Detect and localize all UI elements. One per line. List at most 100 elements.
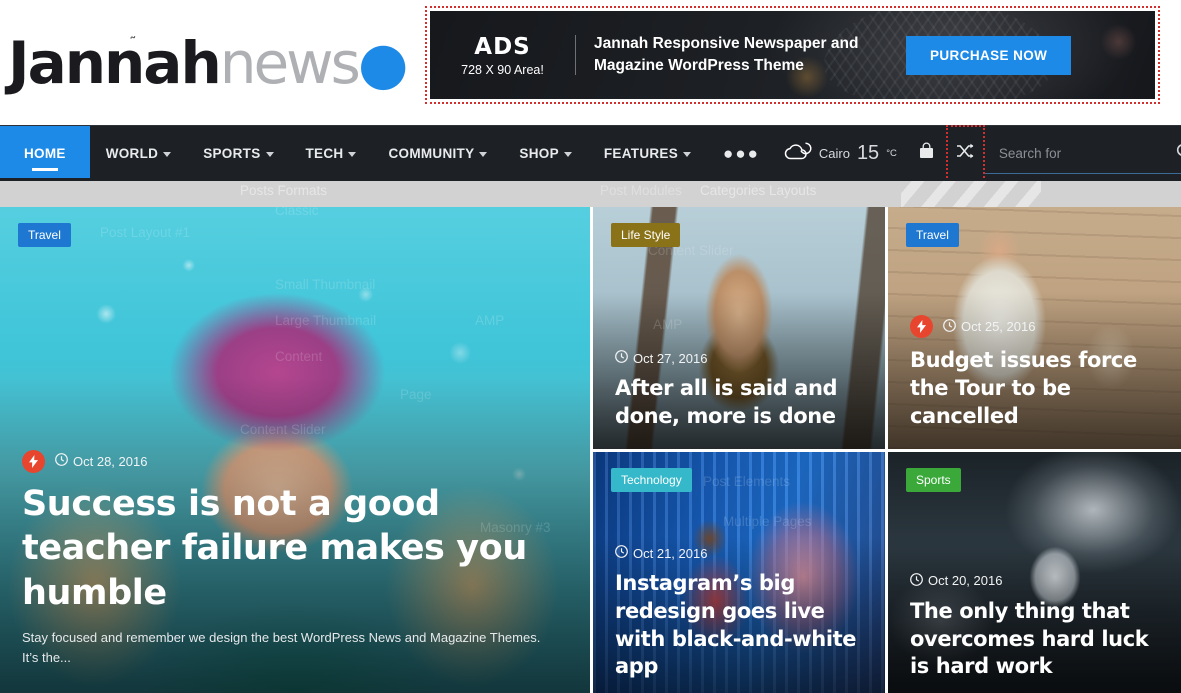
ghost-menu-item: Posts Formats [240, 183, 328, 198]
post-card-meta: Oct 27, 2016 After all is said and done,… [615, 350, 867, 430]
secondary-posts-column: Content Slider AMP Life Style [593, 207, 1181, 693]
search-input[interactable] [998, 146, 1176, 161]
clock-icon [910, 572, 923, 589]
post-card-date: Oct 27, 2016 [615, 350, 707, 366]
post-card-meta-row: Oct 21, 2016 [615, 545, 867, 561]
post-category-badge[interactable]: Sports [906, 467, 961, 492]
post-card-date-text: Oct 21, 2016 [633, 545, 708, 561]
more-dots-icon: ●●● [723, 144, 760, 163]
secondary-row-bottom: Post Elements Multiple Pages Technology [593, 451, 1181, 693]
cloud-moon-icon [782, 140, 812, 167]
logo-name-light: news [219, 28, 361, 97]
secondary-row-top: Content Slider AMP Life Style [593, 207, 1181, 449]
post-card-title[interactable]: Instagram’s big redesign goes live with … [615, 570, 867, 681]
nav-utilities: Cairo 15 °C [776, 125, 1181, 182]
chevron-down-icon [163, 152, 172, 157]
shopping-bag-icon [918, 142, 935, 165]
clock-icon [615, 545, 628, 561]
ad-highlight-box: ADS 728 X 90 Area! Jannah Responsive New… [425, 6, 1160, 104]
nav-item-label: COMMUNITY [388, 146, 475, 161]
weather-city: Cairo [818, 146, 850, 161]
post-card-meta-row: Oct 20, 2016 [910, 572, 1163, 589]
post-card-date: Oct 25, 2016 [943, 318, 1036, 335]
nav-item-world[interactable]: WORLD [90, 126, 188, 181]
post-card-meta: Oct 25, 2016 Budget issues force the Tou… [910, 315, 1163, 430]
mega-menu-ghost-strip: Posts Formats Categories Layouts Post Mo… [0, 181, 1181, 207]
search-area [984, 126, 1181, 181]
chevron-down-icon [683, 152, 692, 157]
chevron-down-icon [563, 152, 572, 157]
clock-icon [615, 350, 628, 366]
post-card-date: Oct 20, 2016 [910, 572, 1003, 589]
post-card-title[interactable]: After all is said and done, more is done [615, 375, 867, 430]
ad-label-big: ADS [474, 33, 531, 60]
clock-icon [943, 318, 956, 335]
post-card-travel[interactable]: Travel Oct 25, 2016 Budget issues force … [888, 207, 1181, 449]
post-card-lifestyle[interactable]: Content Slider AMP Life Style [593, 207, 885, 449]
nav-item-features[interactable]: FEATURES [588, 126, 707, 181]
chevron-down-icon [348, 152, 357, 157]
post-card-meta-row: Oct 25, 2016 [910, 315, 1163, 339]
chevron-down-icon [479, 152, 488, 157]
random-shuffle-icon [956, 143, 974, 164]
search-icon[interactable] [1176, 143, 1181, 165]
weather-temperature: 15 [856, 142, 880, 164]
clock-icon [55, 453, 68, 469]
post-card-date-text: Oct 25, 2016 [961, 319, 1036, 335]
logo-dot: ● [357, 28, 409, 97]
random-article-button[interactable] [945, 125, 985, 182]
ghost-menu-item: Post Modules [600, 183, 682, 198]
nav-item-label: FEATURES [603, 146, 679, 161]
post-card-meta: Oct 21, 2016 Instagram’s big redesign go… [615, 545, 867, 681]
lightning-bolt-icon [22, 449, 45, 473]
ghost-menu-item: Categories Layouts [700, 183, 817, 198]
post-card-title[interactable]: The only thing that overcomes hard luck … [910, 598, 1163, 681]
nav-item-sports[interactable]: SPORTS [187, 126, 289, 181]
nav-item-more[interactable]: ●●● [707, 126, 776, 181]
nav-active-underline [31, 168, 58, 171]
nav-item-label: HOME [24, 146, 66, 161]
nav-item-label: SPORTS [203, 146, 261, 161]
post-category-badge[interactable]: Technology [611, 467, 692, 492]
post-card-technology[interactable]: Post Elements Multiple Pages Technology [593, 451, 885, 693]
weather-unit: °C [886, 148, 897, 159]
ad-label: ADS 728 X 90 Area! [430, 34, 575, 77]
nav-item-shop[interactable]: SHOP [503, 126, 587, 181]
ad-label-small: 728 X 90 Area! [461, 62, 544, 77]
ad-banner[interactable]: ADS 728 X 90 Area! Jannah Responsive New… [430, 11, 1155, 99]
nav-item-label: TECH [305, 146, 344, 161]
nav-item-label: SHOP [519, 146, 559, 161]
featured-posts-grid: Post Layout #1 Classic Small Thumbnail L… [0, 207, 1181, 693]
hero-meta-row: Oct 28, 2016 [22, 449, 572, 473]
hero-title[interactable]: Success is not a good teacher failure ma… [22, 482, 572, 616]
post-card-title[interactable]: Budget issues force the Tour to be cance… [910, 347, 1163, 430]
post-category-badge[interactable]: Life Style [611, 223, 681, 247]
cart-button[interactable] [907, 126, 946, 181]
nav-item-tech[interactable]: TECH [290, 126, 373, 181]
post-card-sports[interactable]: Sports Oct 20, 2016 The only thing that … [888, 451, 1181, 693]
post-category-badge[interactable]: Travel [906, 223, 959, 247]
post-card-date: Oct 21, 2016 [615, 545, 707, 561]
hero-date: Oct 28, 2016 [55, 453, 147, 469]
post-card-date-text: Oct 27, 2016 [633, 350, 708, 366]
lightning-bolt-icon [910, 315, 933, 339]
logo-text: ˜ Jannahnews● [8, 33, 408, 91]
nav-item-home[interactable]: HOME [0, 126, 90, 193]
hero-excerpt: Stay focused and remember we design the … [22, 630, 541, 665]
search-underline [984, 173, 1181, 174]
purchase-now-button[interactable]: PURCHASE NOW [906, 35, 1072, 75]
site-header: ˜ Jannahnews● ADS 728 X 90 Area! Jannah … [0, 0, 1181, 125]
weather-widget[interactable]: Cairo 15 °C [776, 126, 907, 181]
decorative-chevrons [901, 181, 1041, 207]
nav-item-community[interactable]: COMMUNITY [372, 126, 503, 181]
nav-item-label: WORLD [105, 146, 159, 161]
post-card-meta: Oct 20, 2016 The only thing that overcom… [910, 572, 1163, 681]
hero-meta: Oct 28, 2016 Success is not a good teach… [22, 449, 572, 667]
hero-post-card[interactable]: Post Layout #1 Classic Small Thumbnail L… [0, 207, 590, 693]
hero-category-badge[interactable]: Travel [18, 223, 71, 247]
site-logo[interactable]: ˜ Jannahnews● [0, 0, 425, 125]
nav-items: HOME WORLD SPORTS TECH COMMUNITY SHOP FE… [0, 126, 776, 193]
post-card-date-text: Oct 20, 2016 [928, 573, 1003, 589]
chevron-down-icon [265, 152, 274, 157]
post-card-meta-row: Oct 27, 2016 [615, 350, 867, 366]
